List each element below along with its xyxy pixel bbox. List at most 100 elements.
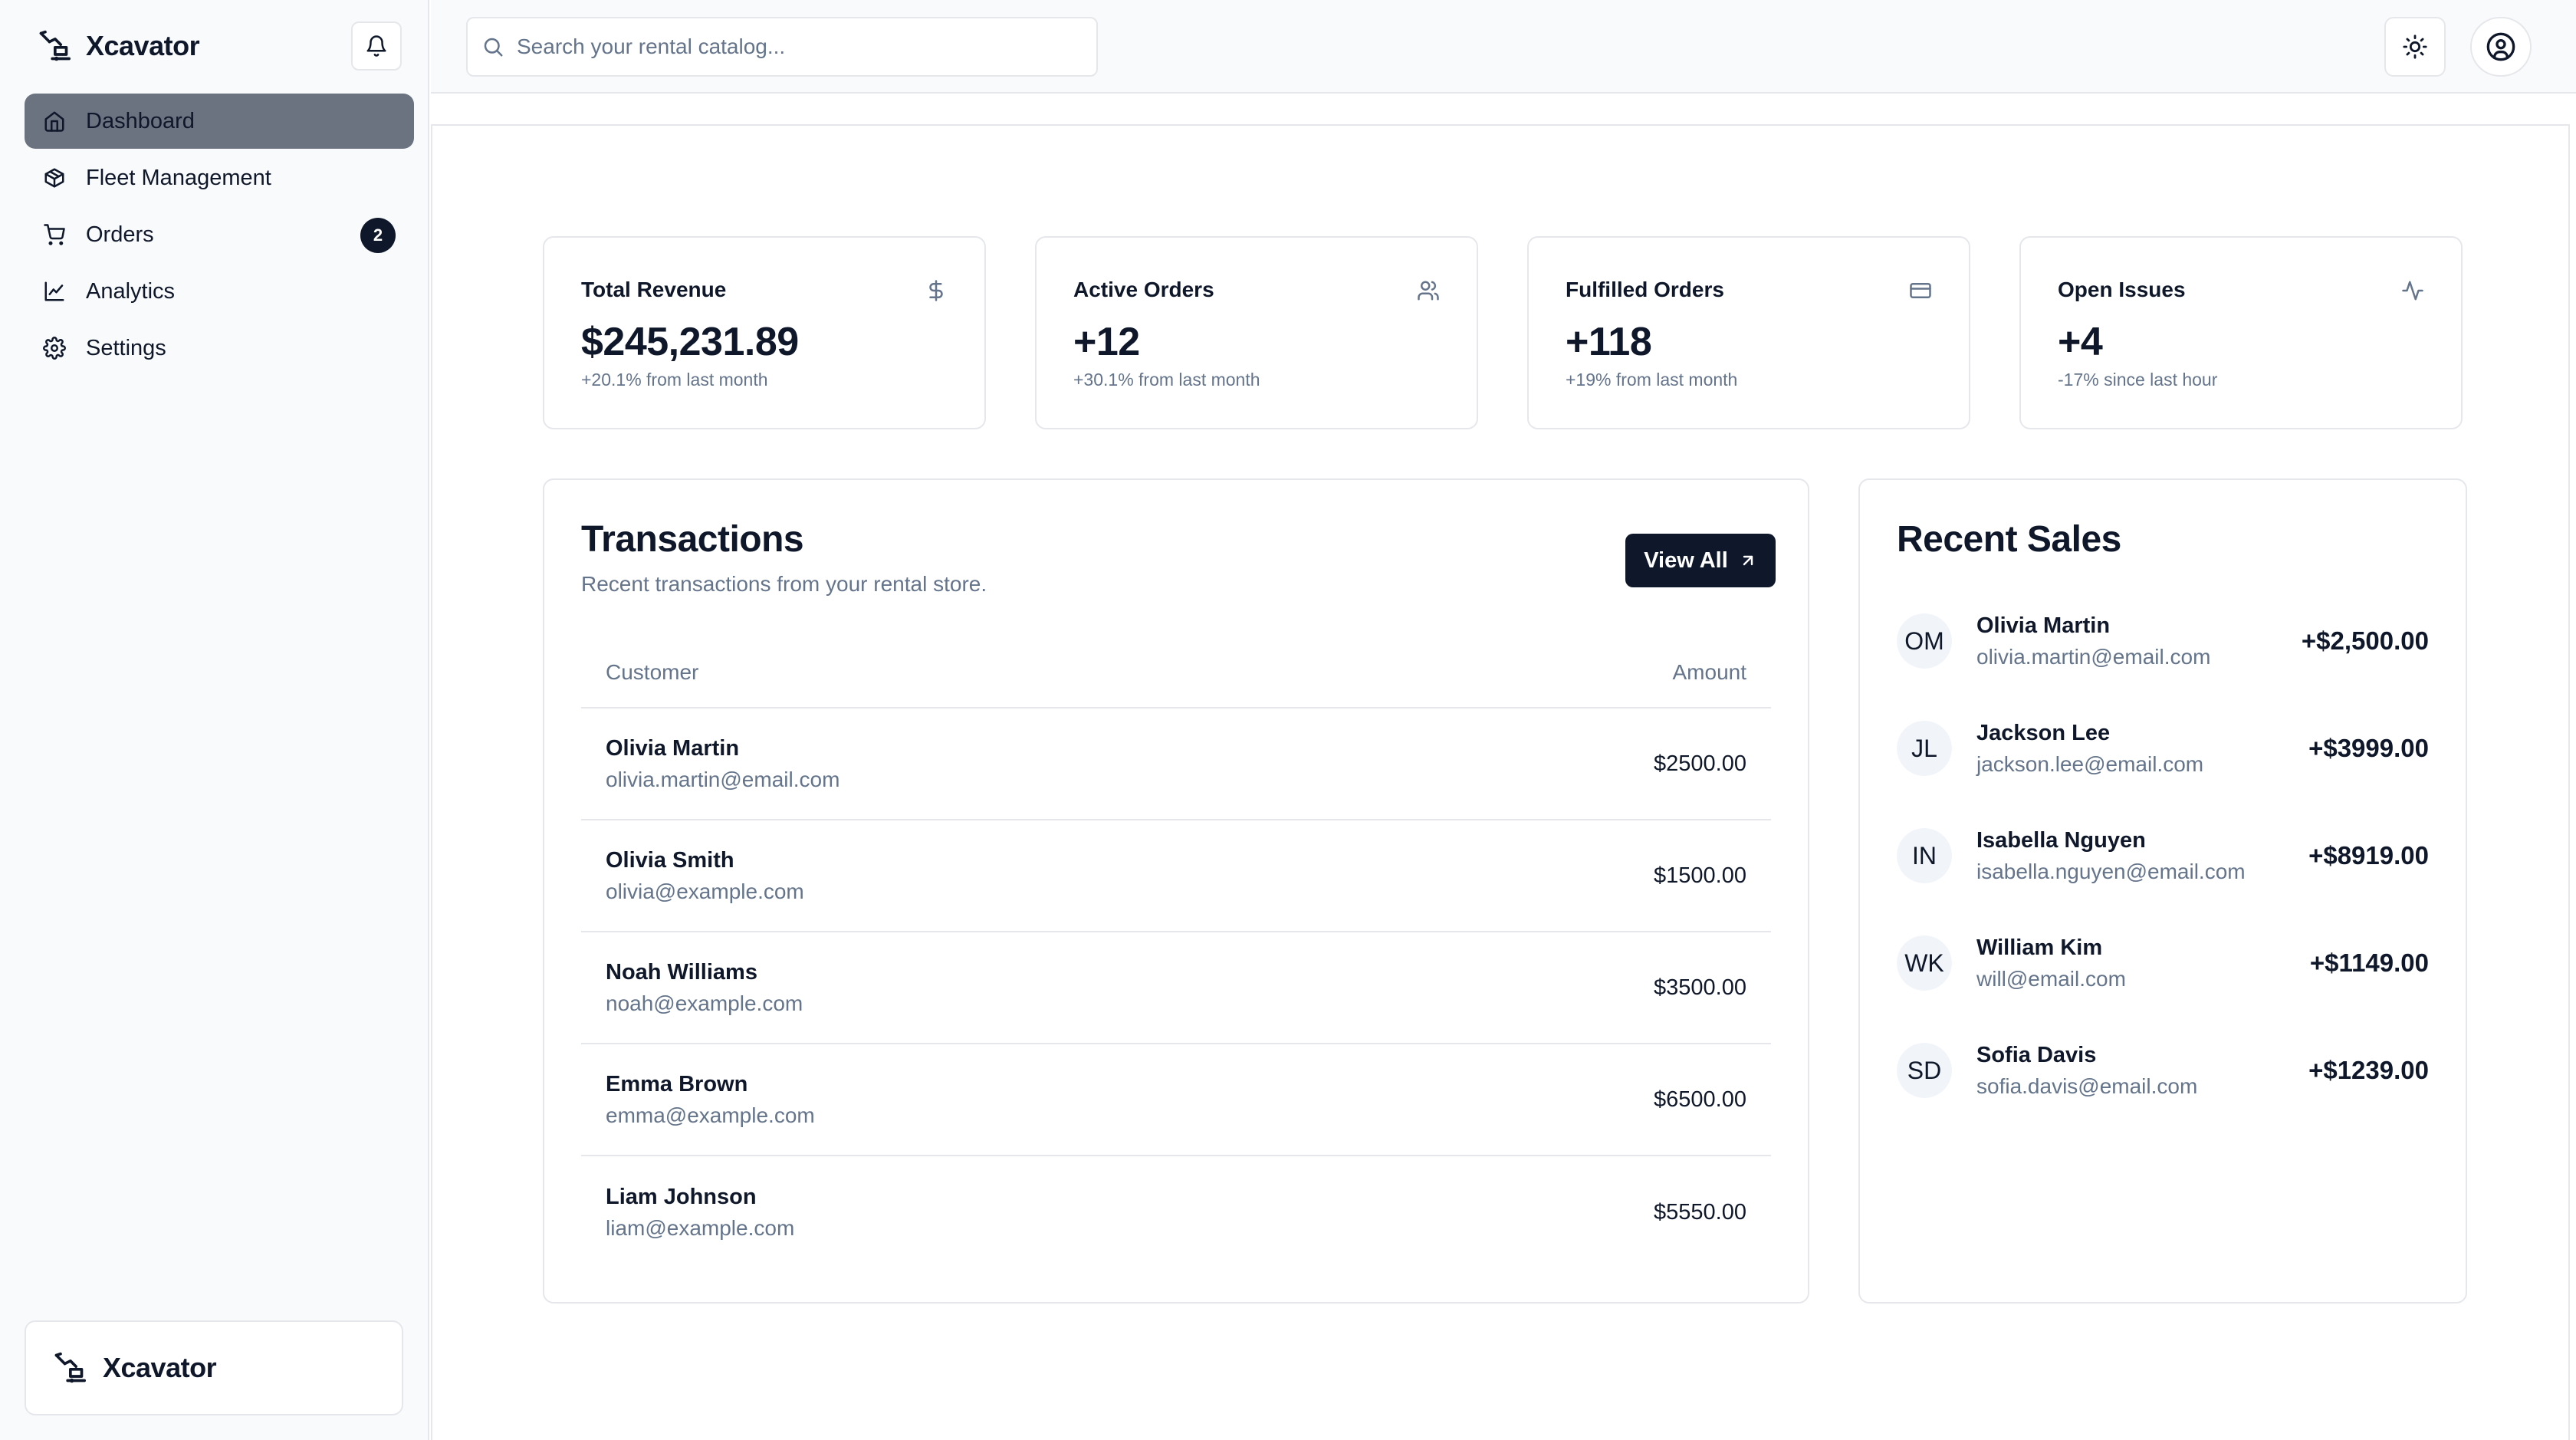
sale-amount: +$1239.00 xyxy=(2308,1056,2429,1084)
avatar: WK xyxy=(1897,935,1952,991)
sale-customer-name: Olivia Martin xyxy=(1976,613,2111,638)
transaction-amount: $5550.00 xyxy=(1654,1199,1746,1225)
avatar: JL xyxy=(1897,721,1952,776)
sale-customer-name: Sofia Davis xyxy=(1976,1042,2097,1067)
sidebar-item-settings[interactable]: Settings xyxy=(25,321,414,376)
stat-value: $245,231.89 xyxy=(581,320,799,364)
sidebar-nav: Dashboard Fleet Management Orders 2 Anal… xyxy=(25,94,414,377)
customer-name: Emma Brown xyxy=(606,1071,748,1096)
sun-icon xyxy=(2402,34,2428,60)
sidebar-item-dashboard[interactable]: Dashboard xyxy=(25,94,414,149)
recent-sales-title: Recent Sales xyxy=(1897,519,2121,560)
avatar: OM xyxy=(1897,613,1952,669)
search-input[interactable] xyxy=(517,35,1084,59)
sidebar-item-label: Orders xyxy=(86,222,154,247)
view-all-label: View All xyxy=(1644,547,1728,573)
column-header-amount: Amount xyxy=(1672,660,1747,684)
stat-change: +30.1% from last month xyxy=(1073,370,1260,390)
orders-count-badge: 2 xyxy=(360,218,396,253)
table-row[interactable]: Liam Johnson liam@example.com $5550.00 xyxy=(581,1156,1771,1268)
sale-customer-name: Jackson Lee xyxy=(1976,720,2111,745)
customer-name: Olivia Martin xyxy=(606,735,740,761)
transaction-amount: $1500.00 xyxy=(1654,863,1746,888)
transaction-amount: $6500.00 xyxy=(1654,1087,1746,1112)
excavator-icon xyxy=(37,29,71,63)
users-icon xyxy=(1417,279,1440,302)
sidebar-item-label: Fleet Management xyxy=(86,165,271,190)
dollar-icon xyxy=(925,279,948,302)
sale-customer-email: olivia.martin@email.com xyxy=(1976,644,2211,669)
stat-card-open-issues: Open Issues +4 -17% since last hour xyxy=(2019,236,2463,429)
stat-label: Open Issues xyxy=(2058,278,2186,301)
package-icon xyxy=(43,166,66,189)
stat-change: +20.1% from last month xyxy=(581,370,768,390)
sale-customer-name: William Kim xyxy=(1976,935,2103,960)
stat-card-fulfilled-orders: Fulfilled Orders +118 +19% from last mon… xyxy=(1527,236,1970,429)
stat-change: -17% since last hour xyxy=(2058,370,2218,390)
customer-name: Olivia Smith xyxy=(606,847,734,873)
stat-label: Total Revenue xyxy=(581,278,727,301)
avatar: IN xyxy=(1897,828,1952,883)
sale-customer-email: sofia.davis@email.com xyxy=(1976,1073,2198,1098)
stat-value: +4 xyxy=(2058,320,2103,364)
sale-customer-email: jackson.lee@email.com xyxy=(1976,751,2204,776)
main-content: Total Revenue $245,231.89 +20.1% from la… xyxy=(431,124,2570,1440)
stat-card-total-revenue: Total Revenue $245,231.89 +20.1% from la… xyxy=(543,236,986,429)
shopping-cart-icon xyxy=(43,223,66,246)
sidebar-item-orders[interactable]: Orders 2 xyxy=(25,207,414,262)
table-row[interactable]: Olivia Smith olivia@example.com $1500.00 xyxy=(581,820,1771,932)
transactions-table: Customer Amount Olivia Martin olivia.mar… xyxy=(581,638,1771,1268)
transactions-subtitle: Recent transactions from your rental sto… xyxy=(581,572,987,596)
sale-customer-email: isabella.nguyen@email.com xyxy=(1976,859,2246,883)
customer-email: noah@example.com xyxy=(606,991,803,1015)
table-row[interactable]: Olivia Martin olivia.martin@email.com $2… xyxy=(581,708,1771,820)
list-item[interactable]: SD Sofia Davis sofia.davis@email.com +$1… xyxy=(1897,1017,2429,1124)
sale-amount: +$2,500.00 xyxy=(2301,626,2429,655)
list-item[interactable]: WK William Kim will@email.com +$1149.00 xyxy=(1897,909,2429,1017)
stat-label: Active Orders xyxy=(1073,278,1214,301)
sidebar-footer-brand[interactable]: Xcavator xyxy=(25,1320,403,1415)
user-circle-icon xyxy=(2486,31,2516,62)
home-icon xyxy=(43,110,66,133)
credit-card-icon xyxy=(1909,279,1932,302)
bell-icon xyxy=(365,35,388,58)
theme-toggle-button[interactable] xyxy=(2384,17,2446,77)
list-item[interactable]: JL Jackson Lee jackson.lee@email.com +$3… xyxy=(1897,695,2429,802)
list-item[interactable]: OM Olivia Martin olivia.martin@email.com… xyxy=(1897,587,2429,695)
brand-logo[interactable]: Xcavator xyxy=(37,26,200,66)
transaction-amount: $3500.00 xyxy=(1654,975,1746,1000)
sidebar-item-label: Settings xyxy=(86,335,166,360)
user-menu-button[interactable] xyxy=(2470,17,2532,77)
stat-change: +19% from last month xyxy=(1566,370,1738,390)
column-header-customer: Customer xyxy=(606,660,699,684)
view-all-button[interactable]: View All xyxy=(1625,534,1776,587)
footer-brand-name: Xcavator xyxy=(103,1352,217,1383)
search-box[interactable] xyxy=(466,17,1098,77)
sale-amount: +$3999.00 xyxy=(2308,734,2429,762)
table-row[interactable]: Noah Williams noah@example.com $3500.00 xyxy=(581,932,1771,1044)
sale-amount: +$8919.00 xyxy=(2308,841,2429,870)
transaction-amount: $2500.00 xyxy=(1654,751,1746,776)
gear-icon xyxy=(43,337,66,360)
list-item[interactable]: IN Isabella Nguyen isabella.nguyen@email… xyxy=(1897,802,2429,909)
sale-customer-name: Isabella Nguyen xyxy=(1976,827,2146,853)
table-header: Customer Amount xyxy=(581,638,1771,708)
recent-sales-list: OM Olivia Martin olivia.martin@email.com… xyxy=(1897,587,2429,1124)
sidebar-item-fleet-management[interactable]: Fleet Management xyxy=(25,150,414,205)
stat-value: +118 xyxy=(1566,320,1652,364)
line-chart-icon xyxy=(43,280,66,303)
notifications-button[interactable] xyxy=(351,21,402,71)
customer-email: olivia.martin@email.com xyxy=(606,767,840,791)
stat-label: Fulfilled Orders xyxy=(1566,278,1724,301)
sale-amount: +$1149.00 xyxy=(2309,948,2429,977)
customer-name: Noah Williams xyxy=(606,959,757,985)
avatar: SD xyxy=(1897,1043,1952,1098)
customer-email: olivia@example.com xyxy=(606,879,804,903)
sidebar: Xcavator Dashboard Fleet Management Orde… xyxy=(0,0,429,1440)
sidebar-item-label: Analytics xyxy=(86,278,176,304)
customer-name: Liam Johnson xyxy=(606,1184,757,1209)
sale-customer-email: will@email.com xyxy=(1976,966,2126,991)
table-row[interactable]: Emma Brown emma@example.com $6500.00 xyxy=(581,1044,1771,1156)
arrow-up-right-icon xyxy=(1739,551,1757,570)
sidebar-item-analytics[interactable]: Analytics xyxy=(25,264,414,319)
